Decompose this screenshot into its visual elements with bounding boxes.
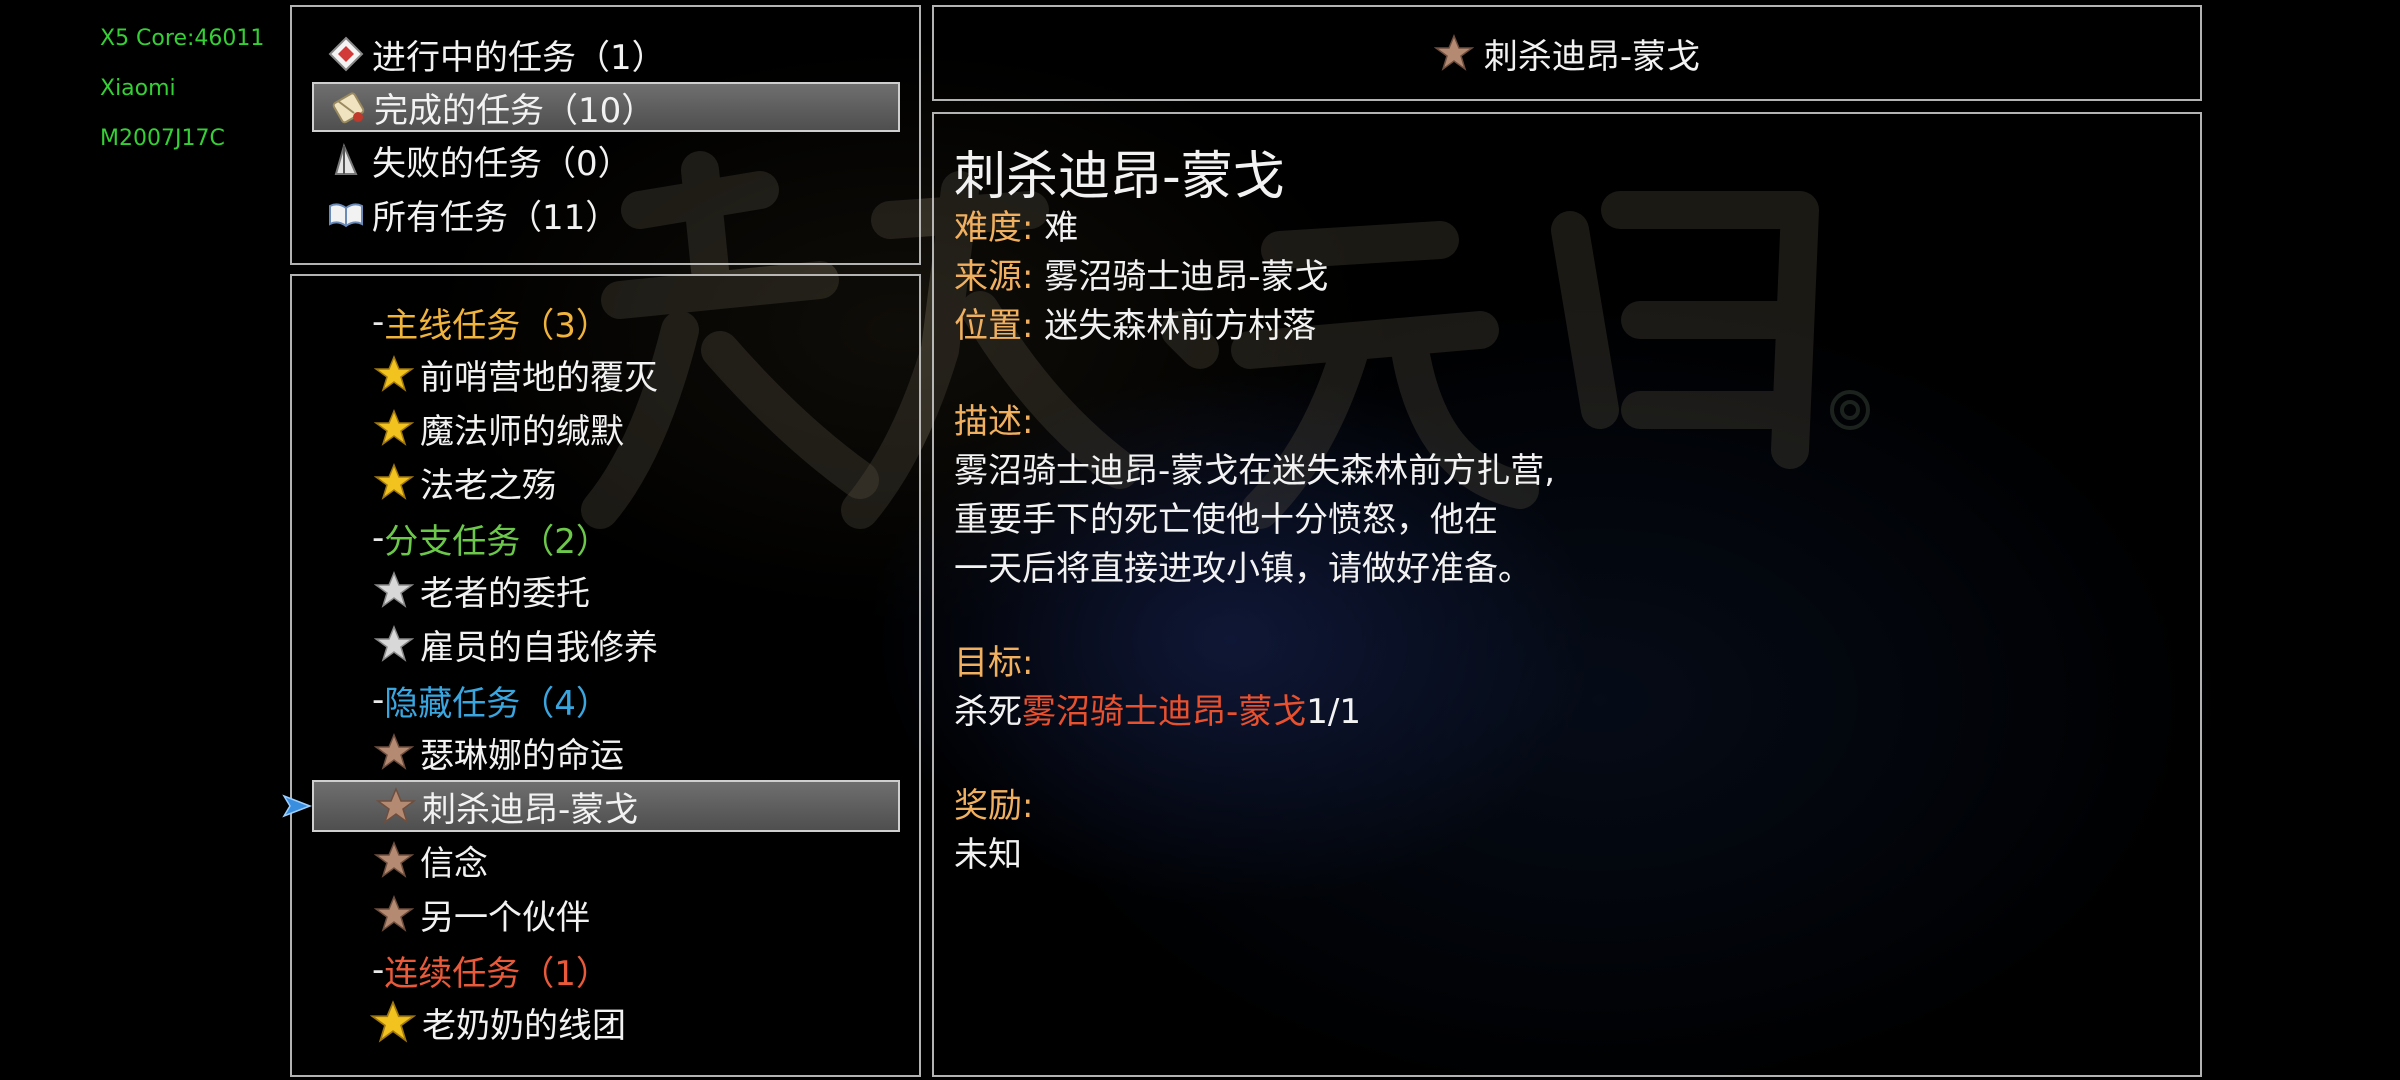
quest-item[interactable]: 前哨营地的覆灭 bbox=[312, 348, 900, 400]
quest-label: 前哨营地的覆灭 bbox=[420, 357, 658, 398]
quest-label: 魔法师的缄默 bbox=[420, 411, 624, 452]
envelope-icon bbox=[328, 36, 364, 72]
location-value: 迷失森林前方村落 bbox=[1044, 306, 1317, 346]
quest-item-selected[interactable]: 刺杀迪昂-蒙戈 bbox=[312, 780, 900, 832]
gold-star-icon bbox=[374, 463, 414, 500]
scroll-icon bbox=[332, 92, 365, 124]
group-header-hidden[interactable]: - 隐藏任务（4） bbox=[372, 675, 610, 725]
location-row: 位置: 迷失森林前方村落 bbox=[954, 298, 1316, 347]
group-dash: - bbox=[372, 518, 385, 558]
bronze-star-icon bbox=[374, 733, 414, 770]
difficulty-row: 难度: 难 bbox=[954, 200, 1078, 249]
quest-category-panel: 进行中的任务（1） 完成的任务（10） 失败的任务（0） 所有任务（11） bbox=[290, 5, 921, 265]
quest-title-row: 刺杀迪昂-蒙戈 bbox=[934, 7, 2200, 99]
quest-label: 老奶奶的线团 bbox=[422, 1005, 626, 1046]
bronze-star-icon bbox=[1433, 34, 1474, 71]
category-label: 所有任务（11） bbox=[372, 197, 620, 238]
category-all[interactable]: 所有任务（11） bbox=[312, 189, 900, 239]
broken-sail-icon bbox=[334, 143, 358, 175]
gold-star-icon bbox=[370, 1000, 416, 1043]
quest-item[interactable]: 另一个伙伴 bbox=[312, 888, 900, 940]
quest-item[interactable]: 信念 bbox=[312, 834, 900, 886]
objective-progress: 1/1 bbox=[1306, 692, 1361, 732]
open-book-icon bbox=[329, 203, 363, 228]
quest-item[interactable]: 法老之殇 bbox=[312, 456, 900, 508]
reward-value: 未知 bbox=[954, 835, 1022, 875]
debug-core-version: X5 Core:46011 bbox=[100, 26, 265, 51]
group-header-chain[interactable]: - 连续任务（1） bbox=[372, 945, 610, 995]
location-label: 位置: bbox=[954, 306, 1034, 346]
quest-item[interactable]: 老者的委托 bbox=[312, 564, 900, 616]
group-header-main[interactable]: - 主线任务（3） bbox=[372, 297, 610, 347]
silver-star-icon bbox=[374, 625, 414, 662]
group-header-side[interactable]: - 分支任务（2） bbox=[372, 513, 610, 563]
quest-label: 法老之殇 bbox=[420, 465, 556, 506]
category-label: 完成的任务（10） bbox=[374, 90, 656, 131]
difficulty-value: 难 bbox=[1044, 208, 1079, 248]
quest-label: 雇员的自我修养 bbox=[420, 627, 658, 668]
selection-cursor-icon bbox=[282, 794, 312, 818]
quest-label: 刺杀迪昂-蒙戈 bbox=[422, 789, 639, 830]
quest-item[interactable]: 老奶奶的线团 bbox=[312, 996, 900, 1048]
debug-device-model: M2007J17C bbox=[100, 126, 225, 151]
objective-row: 杀死雾沼骑士迪昂-蒙戈1/1 bbox=[954, 684, 1361, 733]
description-line: 雾沼骑士迪昂-蒙戈在迷失森林前方扎营, bbox=[954, 451, 1556, 491]
quest-title-label: 刺杀迪昂-蒙戈 bbox=[1483, 36, 1701, 77]
game-screen: X5 Core:46011 Xiaomi M2007J17C 进行中的任务（1）… bbox=[0, 0, 2400, 1080]
debug-device-brand: Xiaomi bbox=[100, 76, 176, 101]
group-label-side: 分支任务（2） bbox=[384, 521, 610, 562]
quest-label: 信念 bbox=[420, 843, 488, 884]
objective-label: 目标: bbox=[954, 643, 1034, 683]
quest-list-panel: - 主线任务（3） 前哨营地的覆灭 魔法师的缄默 法老之殇 - 分支任务（2） … bbox=[290, 274, 921, 1077]
difficulty-label: 难度: bbox=[954, 208, 1034, 248]
quest-label: 瑟琳娜的命运 bbox=[420, 735, 624, 776]
bronze-star-icon bbox=[374, 841, 414, 878]
gold-star-icon bbox=[374, 355, 414, 392]
bronze-star-icon bbox=[374, 895, 414, 932]
objective-prefix: 杀死 bbox=[954, 692, 1022, 732]
silver-star-icon bbox=[374, 571, 414, 608]
description-line: 重要手下的死亡使他十分愤怒，他在 bbox=[954, 500, 1498, 540]
group-dash: - bbox=[372, 302, 385, 342]
quest-item[interactable]: 魔法师的缄默 bbox=[312, 402, 900, 454]
group-label-chain: 连续任务（1） bbox=[384, 953, 610, 994]
description-line: 一天后将直接进攻小镇，请做好准备。 bbox=[954, 549, 1532, 589]
source-label: 来源: bbox=[954, 257, 1034, 297]
quest-label: 另一个伙伴 bbox=[420, 897, 590, 938]
objective-target: 雾沼骑士迪昂-蒙戈 bbox=[1022, 692, 1307, 732]
quest-item[interactable]: 雇员的自我修养 bbox=[312, 618, 900, 670]
group-label-main: 主线任务（3） bbox=[384, 305, 610, 346]
category-label: 失败的任务（0） bbox=[372, 143, 632, 184]
quest-label: 老者的委托 bbox=[420, 573, 590, 614]
group-label-hidden: 隐藏任务（4） bbox=[384, 683, 610, 724]
source-row: 来源: 雾沼骑士迪昂-蒙戈 bbox=[954, 249, 1329, 298]
group-dash: - bbox=[372, 680, 385, 720]
bronze-star-icon bbox=[376, 787, 416, 824]
source-value: 雾沼骑士迪昂-蒙戈 bbox=[1044, 257, 1329, 297]
group-dash: - bbox=[372, 950, 385, 990]
category-label: 进行中的任务（1） bbox=[372, 37, 666, 78]
quest-detail-panel: 刺杀迪昂-蒙戈 难度: 难 来源: 雾沼骑士迪昂-蒙戈 位置: 迷失森林前方村落… bbox=[932, 112, 2202, 1077]
reward-label: 奖励: bbox=[954, 786, 1034, 826]
category-completed[interactable]: 完成的任务（10） bbox=[312, 82, 900, 132]
category-in-progress[interactable]: 进行中的任务（1） bbox=[312, 29, 900, 79]
gold-star-icon bbox=[374, 409, 414, 446]
category-failed[interactable]: 失败的任务（0） bbox=[312, 135, 900, 185]
quest-title-bar: 刺杀迪昂-蒙戈 bbox=[932, 5, 2202, 101]
description-label: 描述: bbox=[954, 402, 1034, 442]
detail-title: 刺杀迪昂-蒙戈 bbox=[954, 147, 1285, 207]
quest-item[interactable]: 瑟琳娜的命运 bbox=[312, 726, 900, 778]
